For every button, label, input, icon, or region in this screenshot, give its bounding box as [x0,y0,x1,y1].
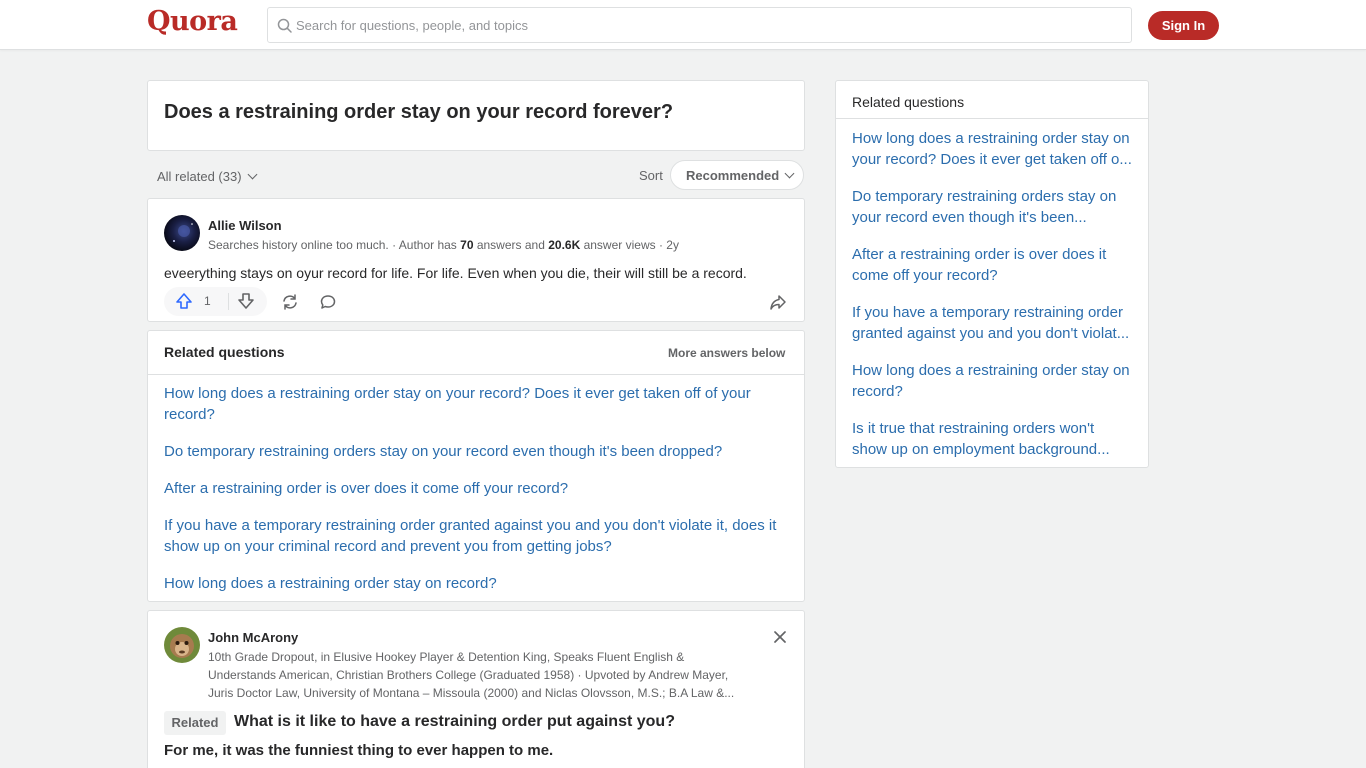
search-input[interactable] [296,8,1116,42]
link-line: your record? Does it ever get taken off … [852,151,1132,168]
related-question-link[interactable]: How long does a restraining order stay o… [164,573,789,594]
sidebar-question-link[interactable]: Is it true that restraining orders won't… [852,418,1137,460]
author-credentials-line: Understands American, Christian Brothers… [208,668,729,682]
sidebar-question-link[interactable]: How long does a restraining order stay o… [852,128,1137,170]
author-credentials: Searches history online too much. · Auth… [208,236,679,254]
answer-text: For me, it was the funniest thing to eve… [164,742,554,759]
sidebar-question-link[interactable]: If you have a temporary restraining orde… [852,302,1137,344]
related-questions-heading: Related questions [164,344,285,360]
link-line: show up on employment background... [852,441,1110,458]
sidebar-question-link[interactable]: After a restraining order is over does i… [852,244,1137,286]
cred-prefix: Searches history online too much. · Auth… [208,238,461,252]
answers-count: 70 [460,238,474,252]
answer-filter-bar: All related (33) Sort Recommended [147,160,805,192]
related-question-link[interactable]: If you have a temporary restraining orde… [164,515,789,557]
cred-middle: answers and [473,238,549,252]
comment-icon[interactable] [319,293,337,311]
vote-controls: 1 [164,287,267,316]
related-question-link[interactable]: How long does a restraining order stay o… [164,383,789,425]
link-line: Do temporary restraining orders stay on [852,188,1117,205]
author-name[interactable]: John McArony [208,630,298,645]
more-answers-below: More answers below [668,346,786,360]
downvote-icon[interactable] [237,292,255,310]
divider [148,374,804,375]
all-related-label: All related (33) [157,169,242,184]
author-name[interactable]: Allie Wilson [208,218,282,233]
sidebar-related-questions: Related questions How long does a restra… [835,80,1149,468]
answer-card: Allie Wilson Searches history online too… [147,198,805,322]
all-related-dropdown[interactable]: All related (33) [157,169,257,184]
sort-label: Sort [639,168,663,183]
sidebar-heading: Related questions [852,94,965,110]
sort-dropdown[interactable]: Recommended [670,160,804,190]
forward-icon[interactable] [769,293,787,311]
chevron-down-icon [247,169,257,180]
upvote-icon[interactable] [175,292,193,310]
question-card: Does a restraining order stay on your re… [147,80,805,151]
quora-logo[interactable]: Quora [147,6,238,37]
search-box[interactable] [267,7,1132,43]
link-line: come off your record? [852,267,998,284]
link-line: Is it true that restraining orders won't [852,420,1095,437]
related-questions-card: Related questions More answers below How… [147,330,805,602]
link-line: your record even though it's been... [852,209,1087,226]
question-title: Does a restraining order stay on your re… [164,101,674,123]
top-navigation-bar: Quora Sign In [0,0,1366,50]
author-credentials-line: Juris Doctor Law, University of Montana … [208,686,735,700]
link-line: After a restraining order is over does i… [852,246,1107,263]
vote-divider [228,293,229,310]
related-question-link[interactable]: After a restraining order is over does i… [164,478,789,499]
related-question-link[interactable]: Do temporary restraining orders stay on … [164,441,789,462]
share-icon[interactable] [281,293,299,311]
sort-value: Recommended [686,167,780,183]
cred-suffix: answer views · 2y [580,238,679,252]
link-line: granted against you and you don't violat… [852,325,1130,342]
search-icon [277,18,292,33]
sign-in-button[interactable]: Sign In [1148,11,1219,40]
sidebar-question-link[interactable]: How long does a restraining order stay o… [852,360,1137,402]
views-count: 20.6K [548,238,581,252]
chevron-down-icon [784,168,795,178]
sidebar-question-link[interactable]: Do temporary restraining orders stay on y… [852,186,1137,228]
avatar[interactable] [164,627,200,663]
divider [836,118,1148,119]
answer-card: John McArony 10th Grade Dropout, in Elus… [147,610,805,768]
author-credentials-line: 10th Grade Dropout, in Elusive Hookey Pl… [208,650,685,664]
answer-text: eveerything stays on oyur record for lif… [164,265,747,281]
avatar[interactable] [164,215,200,251]
close-icon[interactable] [772,629,788,645]
link-line: If you have a temporary restraining orde… [852,304,1123,321]
link-line: How long does a restraining order stay o… [852,362,1130,379]
link-line: record? [852,383,903,400]
upvote-count: 1 [204,294,211,308]
link-line: How long does a restraining order stay o… [852,130,1130,147]
related-question-title[interactable]: What is it like to have a restraining or… [234,713,675,731]
related-badge: Related [164,711,226,735]
